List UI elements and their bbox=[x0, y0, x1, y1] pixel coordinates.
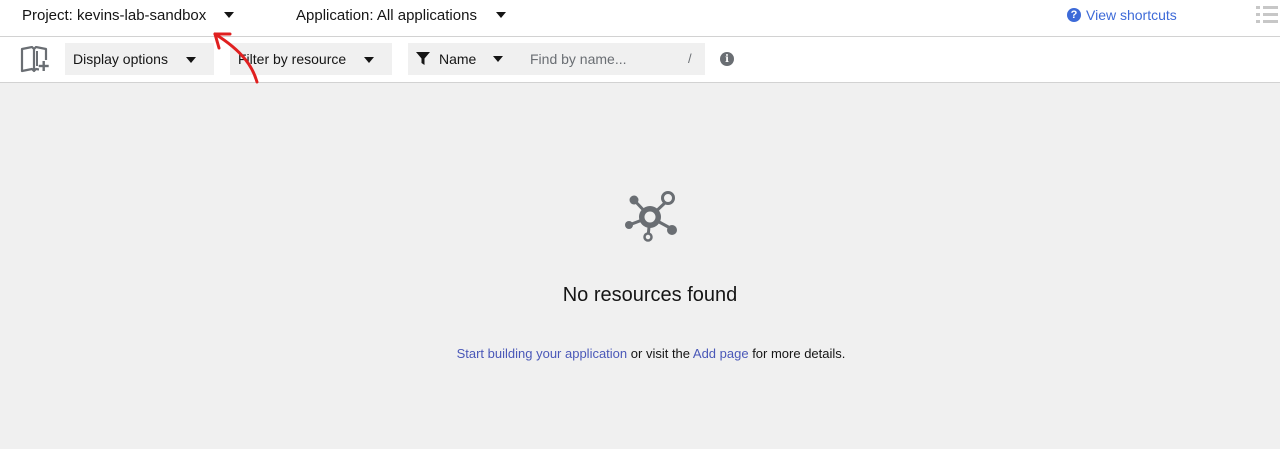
empty-state-text-middle: or visit the bbox=[627, 346, 693, 361]
filter-type-label: Name bbox=[439, 51, 477, 67]
topology-icon bbox=[625, 191, 677, 242]
view-shortcuts-link[interactable]: ? View shortcuts bbox=[1067, 6, 1177, 24]
info-circle-icon[interactable]: i bbox=[720, 52, 734, 66]
start-building-link[interactable]: Start building your application bbox=[457, 346, 628, 361]
filter-by-resource-dropdown[interactable]: Filter by resource bbox=[230, 43, 392, 75]
toolbar: Display options Filter by resource Name … bbox=[0, 37, 1280, 83]
filter-by-resource-label: Filter by resource bbox=[238, 51, 347, 67]
caret-down-icon bbox=[186, 57, 196, 63]
empty-state-text-end: for more details. bbox=[748, 346, 846, 361]
help-circle-icon: ? bbox=[1067, 8, 1081, 22]
name-filter-group: Name / bbox=[408, 43, 705, 75]
add-page-link[interactable]: Add page bbox=[693, 346, 749, 361]
caret-down-icon bbox=[224, 12, 235, 18]
book-add-icon[interactable] bbox=[20, 46, 50, 74]
caret-down-icon bbox=[493, 56, 504, 62]
empty-state-body: Start building your application or visit… bbox=[0, 346, 1280, 361]
application-dropdown[interactable]: Application: All applications bbox=[296, 0, 506, 30]
view-shortcuts-label: View shortcuts bbox=[1086, 7, 1177, 23]
topbar: Project: kevins-lab-sandbox Application:… bbox=[0, 0, 1280, 37]
filter-type-dropdown[interactable]: Name bbox=[439, 43, 504, 75]
find-by-name-input[interactable] bbox=[526, 47, 676, 71]
empty-state-title: No resources found bbox=[562, 284, 738, 306]
application-dropdown-label: Application: All applications bbox=[296, 6, 477, 24]
search-shortcut-hint: / bbox=[688, 51, 692, 66]
topology-canvas: No resources found Start building your a… bbox=[0, 83, 1280, 449]
caret-down-icon bbox=[364, 57, 374, 63]
project-dropdown-label: Project: kevins-lab-sandbox bbox=[22, 6, 207, 24]
display-options-dropdown[interactable]: Display options bbox=[65, 43, 214, 75]
filter-icon bbox=[416, 52, 430, 65]
list-view-icon[interactable] bbox=[1256, 5, 1278, 25]
display-options-label: Display options bbox=[73, 51, 168, 67]
project-dropdown[interactable]: Project: kevins-lab-sandbox bbox=[22, 0, 235, 30]
caret-down-icon bbox=[495, 12, 506, 18]
